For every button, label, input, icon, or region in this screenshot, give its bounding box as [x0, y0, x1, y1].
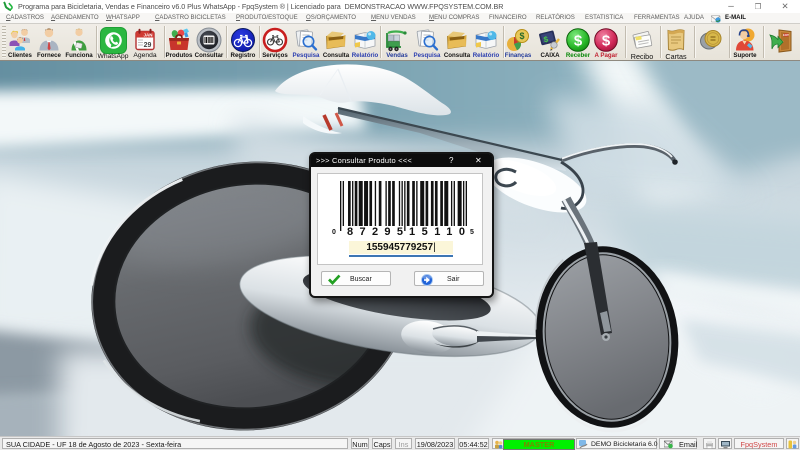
svg-text:5: 5 [470, 229, 474, 236]
svg-text:JAN: JAN [143, 33, 152, 38]
svg-text:29: 29 [144, 42, 152, 49]
svg-text:$: $ [574, 33, 583, 50]
svg-text:EXIT: EXIT [783, 33, 789, 37]
svg-text:0: 0 [332, 229, 336, 236]
svg-text:$: $ [602, 33, 611, 50]
svg-text:$: $ [519, 31, 524, 41]
